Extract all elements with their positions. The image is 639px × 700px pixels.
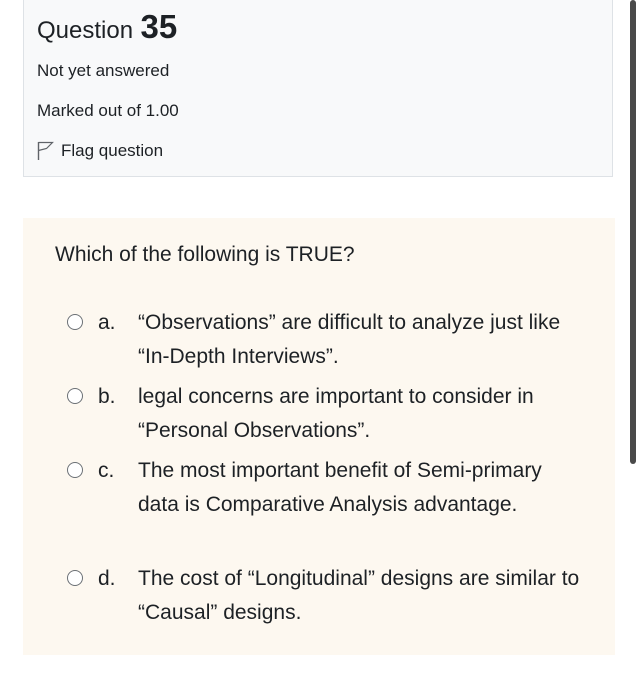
flag-question-link[interactable]: Flag question bbox=[37, 139, 163, 163]
answer-state-text: Not yet answered bbox=[37, 61, 170, 80]
option-text: legal concerns are important to consider… bbox=[138, 385, 534, 442]
radio-button-b[interactable] bbox=[67, 388, 83, 404]
answer-option-b[interactable]: b. legal concerns are important to consi… bbox=[67, 380, 587, 448]
answer-option-d[interactable]: d. The cost of “Longitudinal” designs ar… bbox=[67, 562, 587, 630]
option-text: “Observations” are difficult to analyze … bbox=[138, 311, 561, 368]
option-letter: b. bbox=[98, 385, 116, 408]
flag-question-label: Flag question bbox=[61, 141, 164, 160]
question-title-word: Question bbox=[37, 17, 134, 44]
radio-button-c[interactable] bbox=[67, 462, 83, 478]
answer-option-a[interactable]: a. “Observations” are difficult to analy… bbox=[67, 306, 587, 374]
question-text: Which of the following is TRUE? bbox=[55, 243, 355, 266]
option-letter: a. bbox=[98, 311, 116, 334]
flag-icon bbox=[37, 141, 54, 161]
option-letter: c. bbox=[98, 459, 115, 482]
answer-option-c[interactable]: c. The most important benefit of Semi-pr… bbox=[67, 454, 587, 522]
question-title: Question 35 bbox=[37, 7, 177, 54]
radio-button-a[interactable] bbox=[67, 314, 83, 330]
option-letter: d. bbox=[98, 567, 116, 590]
option-text: The most important benefit of Semi-prima… bbox=[138, 459, 542, 516]
scrollbar[interactable] bbox=[630, 0, 636, 464]
question-info-panel: Question 35 Not yet answered Marked out … bbox=[23, 0, 613, 177]
question-content: Which of the following is TRUE? a. “Obse… bbox=[23, 218, 615, 655]
radio-button-d[interactable] bbox=[67, 570, 83, 586]
question-number: 35 bbox=[140, 8, 178, 45]
option-text: The cost of “Longitudinal” designs are s… bbox=[138, 567, 580, 624]
grade-text: Marked out of 1.00 bbox=[37, 101, 179, 120]
